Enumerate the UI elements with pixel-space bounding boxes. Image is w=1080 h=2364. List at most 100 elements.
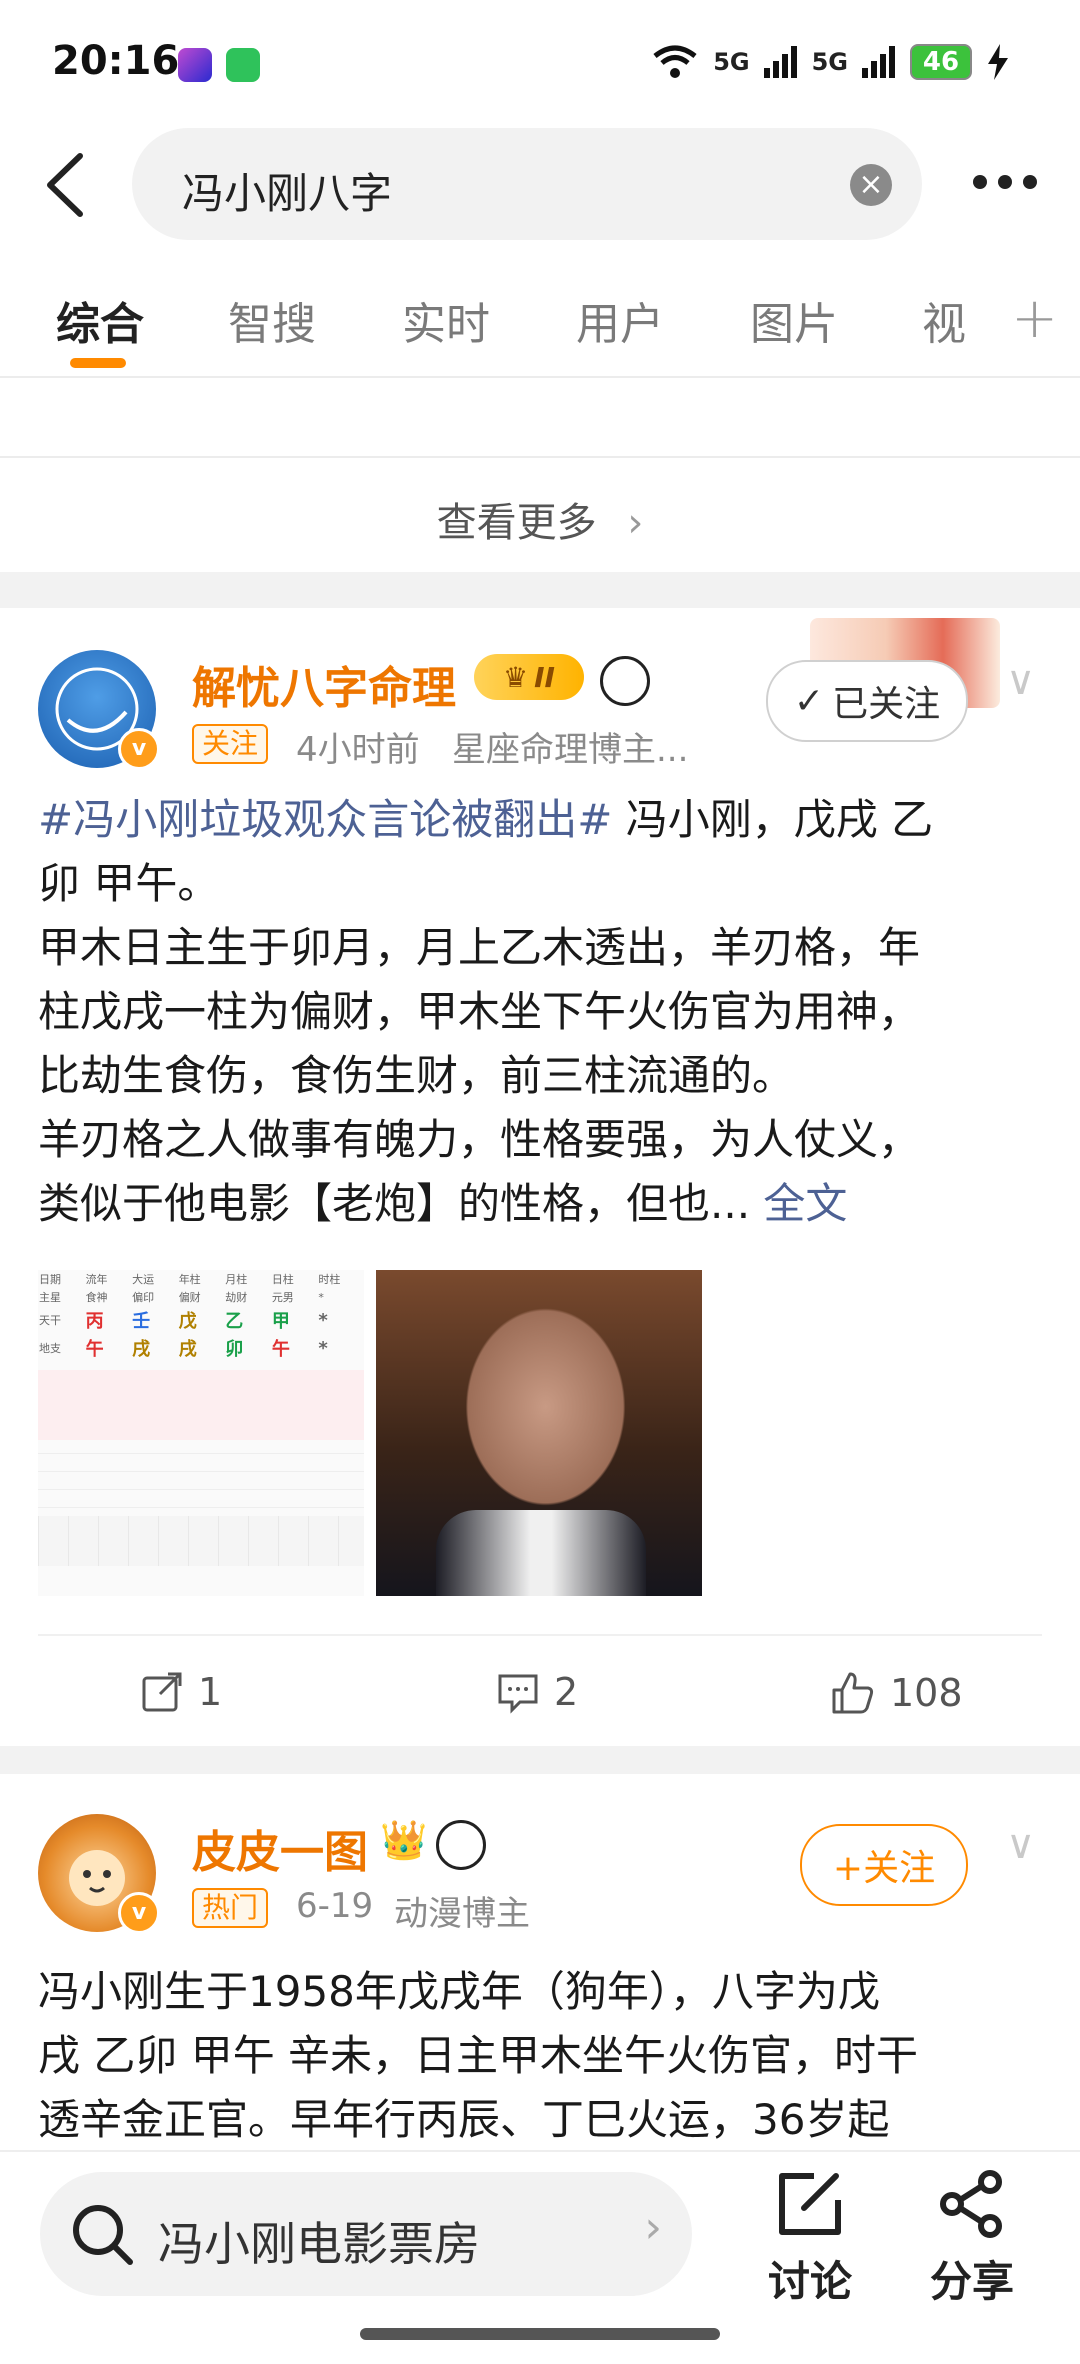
wifi-icon — [653, 45, 697, 78]
close-icon: × — [858, 167, 884, 202]
comment-count: 2 — [554, 1670, 579, 1714]
tab-video[interactable]: 视 — [922, 288, 966, 352]
search-query: 冯小刚八字 — [182, 169, 393, 218]
tab-users[interactable]: 用户 — [576, 288, 664, 352]
share-icon — [940, 2170, 1002, 2238]
chevron-down-icon[interactable]: ∨ — [1006, 1822, 1035, 1868]
crown-membership-icon: 👑 — [380, 1818, 428, 1862]
hot-tag: 热门 — [192, 1888, 269, 1928]
author-category: 星座命理博主... — [452, 730, 689, 770]
post-line-7: 类似于他电影【老炮】的性格，但也... 全文 — [38, 1179, 848, 1228]
bazi-row-2: 天干丙壬戊乙甲 * — [39, 1309, 328, 1333]
post-card-1: v 解忧八字命理 ♛ II 关注 4小时前 星座命理博主... ✓ 已关注 ∨ … — [0, 608, 1080, 1746]
post-line-2: 卯 甲午。 — [38, 859, 220, 908]
bazi-row-1: 主星 食神 偏印 偏财 劫财 元男 * — [39, 1290, 324, 1305]
thumbs-up-icon — [832, 1672, 874, 1714]
post-line-2: 戌 乙卯 甲午 辛未，日主甲木坐午火伤官，时干 — [38, 2031, 919, 2080]
chevron-right-icon: › — [644, 2202, 662, 2253]
follow-tag: 关注 — [192, 724, 269, 764]
more-dots-icon — [973, 175, 1037, 189]
section-divider — [0, 456, 1080, 458]
post-body: 冯小刚生于1958年戊戌年（狗年），八字为戊 戌 乙卯 甲午 辛未，日主甲木坐午… — [38, 1960, 1048, 2152]
bazi-luck-panel — [38, 1516, 364, 1566]
active-tab-indicator — [70, 358, 126, 368]
actions-divider — [38, 1634, 1042, 1636]
discuss-label: 讨论 — [767, 2257, 852, 2306]
share-button[interactable]: 分享 — [912, 2170, 1032, 2309]
like-button[interactable]: 108 — [830, 1670, 963, 1716]
search-input[interactable]: 冯小刚八字 × — [132, 128, 922, 240]
chevron-down-icon[interactable]: ∨ — [1006, 658, 1035, 704]
crown-icon: ♛ — [503, 660, 529, 694]
post-body: #冯小刚垃圾观众言论被翻出# 冯小刚，戊戌 乙 卯 甲午。 甲木日主生于卯月，月… — [38, 788, 1048, 1236]
post-line-1: 冯小刚生于1958年戊戌年（狗年），八字为戊 — [38, 1967, 880, 2016]
see-more-label: 查看更多 — [436, 500, 597, 546]
followed-label: 已关注 — [832, 684, 941, 725]
like-count: 108 — [890, 1671, 963, 1715]
clear-search-button[interactable]: × — [850, 164, 892, 206]
signal-icon-2 — [862, 46, 895, 78]
author-name[interactable]: 皮皮一图 — [192, 1816, 368, 1880]
feed-separator-2 — [0, 1746, 1080, 1774]
search-tabs: 综合 智搜 实时 用户 图片 视 — [0, 288, 1080, 378]
bazi-row-3: 地支午戌戌卯午 * — [39, 1337, 328, 1361]
membership-crown-badge: ♛ II — [474, 654, 584, 700]
check-icon: ✓ — [793, 680, 825, 722]
followed-button[interactable]: ✓ 已关注 — [766, 660, 968, 742]
chevron-left-icon — [47, 153, 83, 217]
verified-badge-icon: v — [118, 728, 160, 770]
add-tab-plus-icon[interactable]: + — [1011, 286, 1058, 351]
bazi-hidden-stems-panel — [38, 1370, 364, 1440]
repost-button[interactable]: 1 — [140, 1670, 222, 1714]
tab-smart-search[interactable]: 智搜 — [228, 288, 316, 352]
see-more-link[interactable]: 查看更多 › — [0, 490, 1080, 548]
post-line-5: 比劫生食伤，食伤生财，前三柱流通的。 — [38, 1051, 795, 1100]
post-line-1: #冯小刚垃圾观众言论被翻出# 冯小刚，戊戌 乙 — [38, 795, 934, 844]
post-line-4: 柱戊戌一柱为偏财，甲木坐下午火伤官为用神， — [38, 987, 921, 1036]
author-name[interactable]: 解忧八字命理 — [192, 652, 456, 716]
tab-realtime[interactable]: 实时 — [402, 288, 490, 352]
bazi-table: 日期 流年 大运 年柱 月柱 日柱 时柱 主星 食神 偏印 偏财 劫财 元男 * 天干丙壬戊乙甲 * 地支… — [38, 1270, 364, 1362]
bottom-search-placeholder: 冯小刚电影票房 — [158, 2217, 480, 2271]
hashtag-link[interactable]: #冯小刚垃圾观众言论被翻出# — [38, 795, 612, 844]
tab-images[interactable]: 图片 — [750, 288, 838, 352]
share-label: 分享 — [929, 2257, 1014, 2306]
app-notification-icon — [178, 48, 212, 82]
full-text-link[interactable]: 全文 — [763, 1179, 847, 1228]
home-indicator[interactable] — [360, 2328, 720, 2340]
post-line-3: 甲木日主生于卯月，月上乙木透出，羊刃格，年 — [38, 923, 921, 972]
charging-icon — [988, 44, 1008, 80]
panda-icon — [436, 1820, 486, 1870]
follow-button[interactable]: +关注 — [800, 1824, 968, 1906]
signal-5g-label: 5G — [713, 48, 750, 76]
repost-icon — [142, 1672, 182, 1712]
comment-button[interactable]: 2 — [496, 1670, 578, 1714]
post-card-2: v 皮皮一图 👑 热门 6-19 动漫博主 +关注 ∨ 冯小刚生于1958年戊戌… — [0, 1774, 1080, 2154]
level-label: II — [534, 660, 555, 694]
comment-icon — [498, 1674, 538, 1714]
edit-icon — [779, 2173, 841, 2235]
bottom-search-input[interactable]: 冯小刚电影票房 › — [40, 2172, 692, 2296]
back-button[interactable] — [40, 150, 90, 220]
panda-icon — [600, 656, 650, 706]
verified-badge-icon: v — [118, 1892, 160, 1934]
search-icon — [73, 2205, 133, 2265]
status-time: 20:16 — [52, 38, 180, 84]
post-image-portrait[interactable] — [376, 1270, 702, 1596]
phone-notification-icon — [226, 48, 260, 82]
portrait-suit — [436, 1510, 646, 1596]
post-image-chart[interactable]: 日期 流年 大运 年柱 月柱 日柱 时柱 主星 食神 偏印 偏财 劫财 元男 * 天干丙壬戊乙甲 * 地支… — [38, 1270, 364, 1596]
post-line-3: 透辛金正官。早年行丙辰、丁巳火运，36岁起 — [38, 2095, 890, 2144]
more-options-button[interactable] — [970, 170, 1040, 194]
status-icons: 5G 5G 46 — [651, 44, 1010, 80]
post-line-6: 羊刃格之人做事有魄力，性格要强，为人仗义， — [38, 1115, 921, 1164]
author-category: 动漫博主 — [394, 1894, 530, 1934]
bazi-row-head: 日期 流年 大运 年柱 月柱 日柱 时柱 — [39, 1273, 341, 1286]
discuss-button[interactable]: 讨论 — [750, 2170, 870, 2309]
post-time: 6-19 — [296, 1886, 374, 1926]
post-time: 4小时前 — [296, 730, 420, 770]
chevron-right-icon: › — [627, 500, 644, 546]
tab-comprehensive[interactable]: 综合 — [56, 288, 144, 352]
tabs-divider — [0, 376, 1080, 378]
repost-count: 1 — [198, 1670, 223, 1714]
